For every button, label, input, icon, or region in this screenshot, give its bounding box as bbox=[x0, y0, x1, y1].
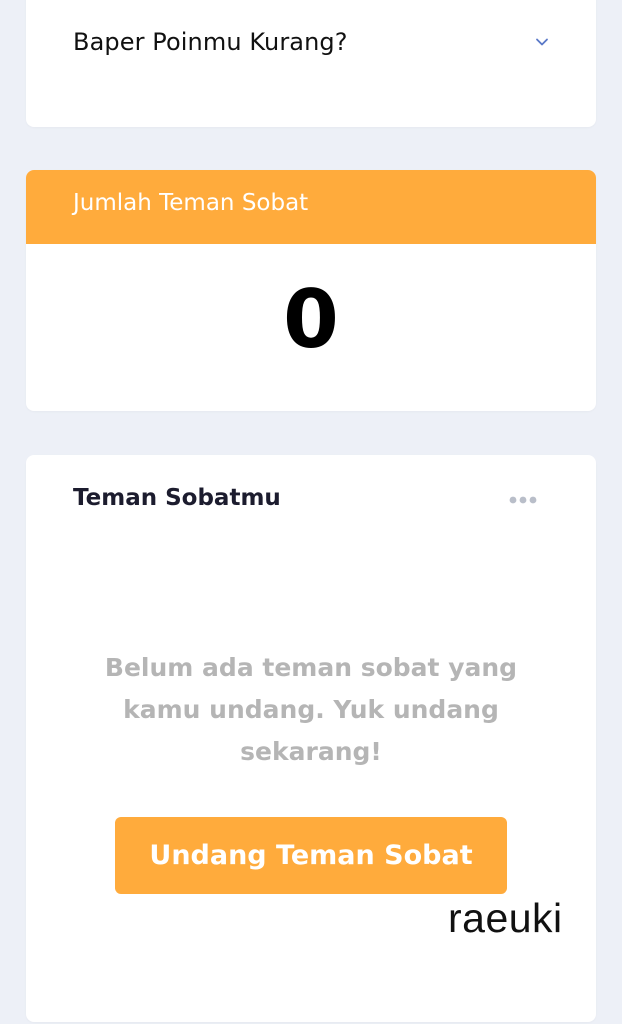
faq-card: Baper Poinmu Kurang? bbox=[26, 0, 596, 127]
friend-count-header: Jumlah Teman Sobat bbox=[26, 170, 596, 244]
chevron-down-icon[interactable] bbox=[534, 34, 550, 50]
friend-count-card: Jumlah Teman Sobat 0 bbox=[26, 170, 596, 411]
friend-count-header-label: Jumlah Teman Sobat bbox=[73, 190, 309, 216]
invite-friend-button[interactable]: Undang Teman Sobat bbox=[115, 817, 507, 894]
more-horizontal-icon[interactable] bbox=[509, 495, 539, 505]
friends-section-title: Teman Sobatmu bbox=[73, 485, 281, 511]
faq-accordion-title[interactable]: Baper Poinmu Kurang? bbox=[73, 28, 348, 56]
friends-empty-message: Belum ada teman sobat yang kamu undang. … bbox=[104, 653, 518, 766]
watermark-text: raeuki bbox=[448, 895, 563, 941]
friend-count-value: 0 bbox=[283, 273, 339, 366]
friends-card: Teman Sobatmu Belum ada teman sobat yang… bbox=[26, 455, 596, 1022]
